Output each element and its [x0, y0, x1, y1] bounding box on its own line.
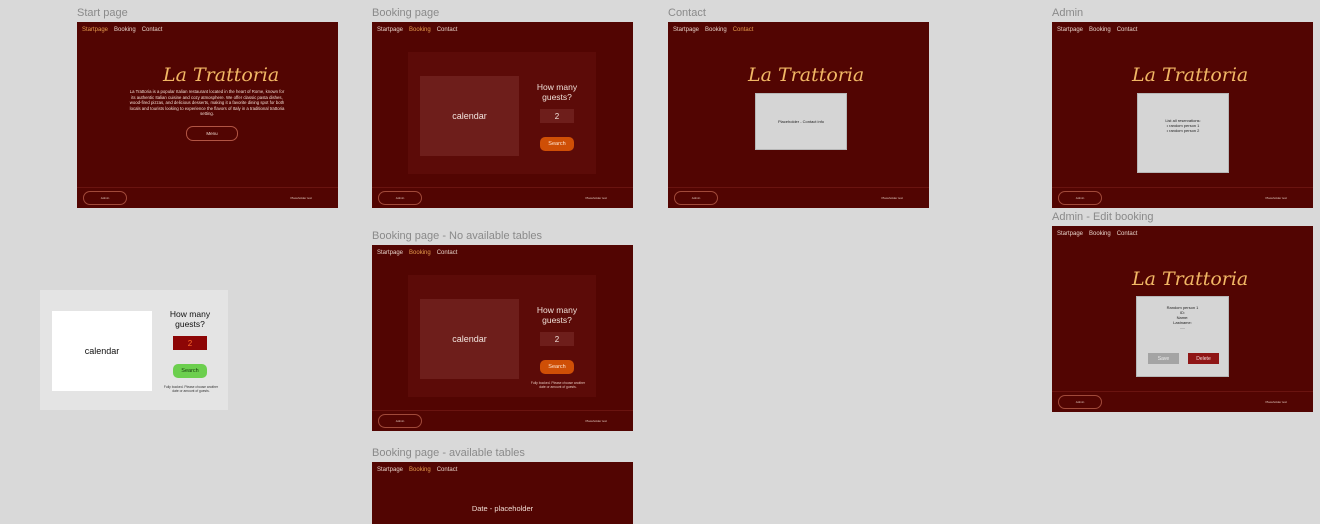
- frame-label-admin-edit: Admin - Edit booking: [1052, 211, 1154, 223]
- contact-page-frame: Startpage Booking Contact La Trattoria P…: [668, 22, 929, 208]
- frame-label-booking-none: Booking page - No available tables: [372, 230, 543, 242]
- footer: Admin Placeholder text: [668, 187, 929, 208]
- delete-button[interactable]: Delete: [1188, 353, 1219, 364]
- frame-label-booking-available: Booking page - available tables: [372, 447, 525, 459]
- nav-contact[interactable]: Contact: [1117, 27, 1138, 33]
- nav-startpage[interactable]: Startpage: [1057, 27, 1083, 33]
- menu-button[interactable]: Menu: [186, 126, 238, 141]
- nav-contact[interactable]: Contact: [142, 27, 163, 33]
- booking-panel: calendar How many guests? 2 Search Fully…: [408, 275, 596, 397]
- admin-button[interactable]: Admin: [378, 414, 422, 428]
- frame-label-admin: Admin: [1052, 7, 1084, 19]
- intro-text: La Trattoria is a popular Italian restau…: [129, 89, 285, 116]
- nav-booking[interactable]: Booking: [409, 27, 431, 33]
- nav-startpage[interactable]: Startpage: [377, 250, 403, 256]
- booking-none-frame: Startpage Booking Contact calendar How m…: [372, 245, 633, 431]
- footer-text: Placeholder text: [585, 196, 607, 200]
- reservation-item[interactable]: • random person 2: [1138, 128, 1228, 133]
- start-page-frame: Startpage Booking Contact La Trattoria L…: [77, 22, 338, 208]
- frame-label-booking: Booking page: [372, 7, 440, 19]
- nav-booking[interactable]: Booking: [114, 27, 136, 33]
- frame-label-contact: Contact: [668, 7, 706, 19]
- admin-button[interactable]: Admin: [674, 191, 718, 205]
- admin-button[interactable]: Admin: [1058, 395, 1102, 409]
- nav-booking[interactable]: Booking: [409, 467, 431, 473]
- nav-bar: Startpage Booking Contact: [1057, 27, 1137, 33]
- nav-bar: Startpage Booking Contact: [673, 27, 753, 33]
- no-tables-message: Fully booked. Please choose another date…: [530, 381, 586, 389]
- edit-box: Random person 1 ID: Name: Lastname: ....…: [1136, 296, 1229, 377]
- nav-booking[interactable]: Booking: [1089, 231, 1111, 237]
- footer-text: Placeholder text: [290, 196, 312, 200]
- calendar[interactable]: calendar: [420, 76, 519, 156]
- nav-startpage[interactable]: Startpage: [377, 467, 403, 473]
- nav-bar: Startpage Booking Contact: [82, 27, 162, 33]
- nav-contact[interactable]: Contact: [437, 467, 458, 473]
- guests-question: How many guests?: [169, 309, 211, 329]
- guests-input[interactable]: 2: [173, 336, 207, 350]
- edit-field-more: .....: [1179, 325, 1186, 330]
- guests-input[interactable]: 2: [540, 332, 574, 346]
- logo: La Trattoria: [163, 64, 280, 86]
- nav-booking[interactable]: Booking: [705, 27, 727, 33]
- booking-panel: calendar How many guests? 2 Search: [408, 52, 596, 174]
- nav-booking[interactable]: Booking: [409, 250, 431, 256]
- nav-bar: Startpage Booking Contact: [377, 27, 457, 33]
- footer-text: Placeholder text: [1265, 196, 1287, 200]
- footer: Admin Placeholder text: [372, 187, 633, 208]
- booking-widget-light: calendar How many guests? 2 Search Fully…: [40, 290, 228, 410]
- nav-startpage[interactable]: Startpage: [1057, 231, 1083, 237]
- nav-booking[interactable]: Booking: [1089, 27, 1111, 33]
- calendar[interactable]: calendar: [52, 311, 152, 391]
- admin-button[interactable]: Admin: [83, 191, 127, 205]
- guests-input[interactable]: 2: [540, 109, 574, 123]
- admin-button[interactable]: Admin: [378, 191, 422, 205]
- contact-box: Placeholder - Contact info: [755, 93, 847, 150]
- save-button[interactable]: Save: [1148, 353, 1179, 364]
- no-tables-message: Fully booked. Please choose another date…: [163, 385, 219, 393]
- footer: Admin Placeholder text: [77, 187, 338, 208]
- search-button[interactable]: Search: [540, 137, 574, 151]
- nav-bar: Startpage Booking Contact: [377, 467, 457, 473]
- nav-bar: Startpage Booking Contact: [1057, 231, 1137, 237]
- footer-text: Placeholder text: [1265, 400, 1287, 404]
- footer: Admin Placeholder text: [372, 410, 633, 431]
- date-placeholder: Date - placeholder: [471, 504, 534, 513]
- reservations-box: List all reservations: • random person 1…: [1137, 93, 1229, 173]
- booking-available-frame: Startpage Booking Contact Date - placeho…: [372, 462, 633, 524]
- contact-placeholder: Placeholder - Contact info: [777, 119, 825, 124]
- nav-contact[interactable]: Contact: [437, 250, 458, 256]
- guests-question: How many guests?: [536, 82, 578, 102]
- search-button[interactable]: Search: [173, 364, 207, 378]
- nav-contact[interactable]: Contact: [733, 27, 754, 33]
- admin-edit-frame: Startpage Booking Contact La Trattoria R…: [1052, 226, 1313, 412]
- logo: La Trattoria: [1132, 64, 1249, 86]
- footer: Admin Placeholder text: [1052, 187, 1313, 208]
- logo: La Trattoria: [1132, 268, 1249, 290]
- footer: Admin Placeholder text: [1052, 391, 1313, 412]
- admin-page-frame: Startpage Booking Contact La Trattoria L…: [1052, 22, 1313, 208]
- nav-contact[interactable]: Contact: [437, 27, 458, 33]
- frame-label-start: Start page: [77, 7, 128, 19]
- nav-bar: Startpage Booking Contact: [377, 250, 457, 256]
- search-button[interactable]: Search: [540, 360, 574, 374]
- footer-text: Placeholder text: [585, 419, 607, 423]
- nav-startpage[interactable]: Startpage: [377, 27, 403, 33]
- footer-text: Placeholder text: [881, 196, 903, 200]
- logo: La Trattoria: [748, 64, 865, 86]
- booking-page-frame: Startpage Booking Contact calendar How m…: [372, 22, 633, 208]
- calendar[interactable]: calendar: [420, 299, 519, 379]
- nav-startpage[interactable]: Startpage: [82, 27, 108, 33]
- nav-startpage[interactable]: Startpage: [673, 27, 699, 33]
- guests-question: How many guests?: [536, 305, 578, 325]
- admin-button[interactable]: Admin: [1058, 191, 1102, 205]
- nav-contact[interactable]: Contact: [1117, 231, 1138, 237]
